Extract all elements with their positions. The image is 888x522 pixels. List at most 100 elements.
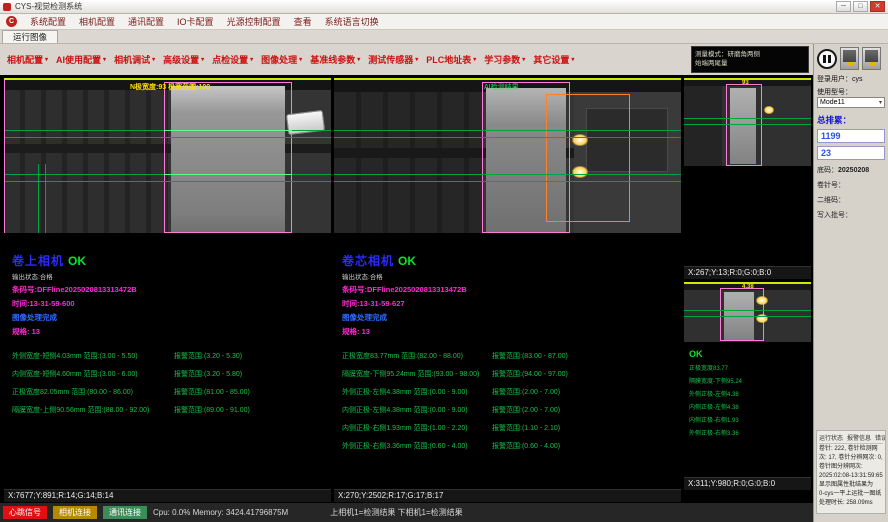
toolbar-button-spot-check[interactable]: 点检设置▾ — [209, 50, 256, 69]
measure-row: 外侧正极-右侧3.36mm 范围:(0.60 - 4.00)报警范围:(0.60… — [342, 441, 677, 451]
menu-item-light-config[interactable]: 光源控制配置 — [227, 15, 281, 28]
menu-item-comm-config[interactable]: 通讯配置 — [128, 15, 164, 28]
toolbar-button-camera-debug[interactable]: 相机调试▾ — [111, 50, 158, 69]
result-title-row: 卷芯相机OK — [342, 252, 677, 270]
field-row: 二维码： — [817, 195, 885, 205]
left-camera-image[interactable]: N极宽度:93 极宽范围:100 — [4, 78, 331, 233]
process-status: 图像处理完成 — [342, 312, 677, 323]
alarm-text: 报警范围:(1.10 - 2.10) — [492, 423, 677, 433]
field-label: 底码： — [817, 167, 838, 174]
tab-run-image[interactable]: 运行图像 — [2, 30, 58, 43]
field-row: 底码：20250208 — [817, 165, 885, 175]
menu-item-camera-config[interactable]: 相机配置 — [79, 15, 115, 28]
overlay-measure-text: 93 — [742, 80, 749, 86]
heartbeat-indicator[interactable]: 心跳信号 — [3, 506, 47, 519]
measure-line — [4, 137, 331, 138]
alarm-text: 报警范围:(2.00 - 7.00) — [492, 387, 677, 397]
time-text: 时间:13-31-59-627 — [342, 298, 677, 309]
measure-rows: 正极宽度83.77mm 范围:(82.00 - 88.00)报警范围:(83.0… — [342, 351, 677, 451]
roi-rect-orange — [546, 94, 630, 222]
right-top-pixel-coords: X:267;Y:13;R:0;G:0;B:0 — [684, 266, 811, 279]
field-label: 写入批号： — [817, 212, 852, 219]
thumbnail-badge — [847, 62, 853, 66]
title-bar: CYS-视觉检测系统 ─ □ ✕ — [0, 0, 888, 14]
camera-link-indicator[interactable]: 相机连接 — [53, 506, 97, 519]
stats-line: 卷针: 222, 卷针检测网 — [819, 446, 883, 453]
alarm-text: 报警范围:(3.20 - 5.30) — [174, 351, 327, 361]
process-status: 图像处理完成 — [12, 312, 327, 323]
overlay-ai-text: AI检测结果 — [484, 82, 519, 92]
toolbar-button-label: AI使用配置 — [56, 53, 101, 66]
overlay-measure-text: 4.38 — [742, 284, 754, 290]
field-label: 二维码： — [817, 197, 845, 204]
toolbar-button-label: 图像处理 — [261, 53, 297, 66]
measure-row: 内侧正极-右侧1.93mm 范围:(1.00 - 2.20)报警范围:(1.10… — [342, 423, 677, 433]
image-preview-button[interactable] — [862, 47, 881, 70]
machine-structure — [684, 86, 722, 166]
time-text: 时间:13-31-59-600 — [12, 298, 327, 309]
right-bottom-camera-image[interactable]: 4.38 — [684, 282, 811, 342]
measure-text: 外侧宽度-短侧4.03mm 范围:(3.00 - 5.50) — [12, 351, 174, 361]
brand-logo-icon: C — [6, 16, 17, 27]
image-preview-button[interactable] — [840, 47, 859, 70]
mid-camera-view: AI检测结果 卷芯相机OK 输出状态:合格 条码号:DFFline2025020… — [334, 77, 681, 502]
chevron-down-icon: ▾ — [299, 56, 302, 63]
comm-link-indicator[interactable]: 通讯连接 — [103, 506, 147, 519]
menu-item-language[interactable]: 系统语言切换 — [325, 15, 379, 28]
toolbar-button-sensor-test[interactable]: 测试传感器▾ — [365, 50, 421, 69]
stats-box: 运行状态 报警信息 错误信息 卷针: 222, 卷针检测网 次: 17, 卷针分… — [816, 430, 886, 514]
stats-tab[interactable]: 报警信息 — [847, 433, 871, 442]
stats-tab[interactable]: 运行状态 — [819, 433, 843, 442]
highlight-spot — [572, 166, 588, 178]
menu-item-view[interactable]: 查看 — [294, 15, 312, 28]
measure-text: 隔膜宽度-下侧95.24mm 范围:(93.00 - 98.00) — [342, 369, 492, 379]
highlight-spot — [764, 106, 774, 114]
menu-item-system-config[interactable]: 系统配置 — [30, 15, 66, 28]
model-select[interactable]: Mode11 ▾ — [817, 97, 885, 108]
measure-line-bright — [164, 130, 292, 131]
result-title-row: 卷上相机OK — [12, 252, 327, 270]
mid-camera-image[interactable]: AI检测结果 — [334, 78, 681, 233]
toolbar-button-plc-table[interactable]: PLC地址表▾ — [423, 50, 479, 69]
measure-text: 外侧正极-右侧3.36mm 范围:(0.60 - 4.00) — [342, 441, 492, 451]
menu-item-io-config[interactable]: IO卡配置 — [177, 15, 214, 28]
measure-line — [684, 316, 811, 317]
toolbar-button-baseline-params[interactable]: 基准线参数▾ — [307, 50, 363, 69]
toolbar-button-image-process[interactable]: 图像处理▾ — [258, 50, 305, 69]
alarm-text: 报警范围:(89.00 - 91.00) — [174, 405, 327, 415]
measure-line — [334, 174, 681, 175]
stats-line: 处理时长: 258.09ms — [819, 500, 883, 507]
model-value: Mode11 — [820, 98, 845, 107]
measure-text: 外侧正极-左侧4.38 — [689, 389, 742, 398]
chevron-down-icon: ▾ — [473, 56, 476, 63]
measure-row: 正极宽度82.05mm 范围:(80.00 - 86.00)报警范围:(81.0… — [12, 387, 327, 397]
camera-title: 卷上相机 — [12, 254, 64, 268]
highlight-spot — [756, 296, 768, 305]
measure-line — [684, 310, 811, 311]
info-line: 始端两尾量 — [695, 59, 805, 68]
close-button[interactable]: ✕ — [870, 1, 885, 12]
stats-tab[interactable]: 错误信息 — [875, 433, 886, 442]
field-row: 写入批号： — [817, 210, 885, 220]
toolbar-button-ai-config[interactable]: AI使用配置▾ — [53, 50, 109, 69]
pause-button[interactable] — [817, 49, 837, 69]
minimize-button[interactable]: ─ — [836, 1, 851, 12]
measure-text: 外侧正极-左侧4.38mm 范围:(0.00 - 9.00) — [342, 387, 492, 397]
chevron-down-icon: ▾ — [415, 56, 418, 63]
rule-text: 规格: 13 — [12, 326, 327, 337]
mid-result-block: 卷芯相机OK 输出状态:合格 条码号:DFFline20250208133134… — [342, 252, 677, 459]
toolbar-button-other-settings[interactable]: 其它设置▾ — [530, 50, 577, 69]
toolbar-button-learn-params[interactable]: 学习参数▾ — [481, 50, 528, 69]
measure-row: 隔膜宽度-上侧90.56mm 范围:(88.00 - 92.00)报警范围:(8… — [12, 405, 327, 415]
right-top-camera-image[interactable]: 93 — [684, 78, 811, 166]
toolbar-button-camera-config[interactable]: 相机配置▾ — [4, 50, 51, 69]
menu-bar: C 系统配置 相机配置 通讯配置 IO卡配置 光源控制配置 查看 系统语言切换 — [0, 14, 888, 30]
count-ng-box: 23 — [817, 146, 885, 160]
measure-text: 外侧正极-右侧3.36 — [689, 428, 742, 437]
maximize-button[interactable]: □ — [853, 1, 868, 12]
mid-pixel-coords: X:270;Y:2502;R:17;G:17;B:17 — [334, 489, 681, 502]
measure-rows: 外侧宽度-短侧4.03mm 范围:(3.00 - 5.50)报警范围:(3.20… — [12, 351, 327, 415]
toolbar-button-advanced[interactable]: 高级设置▾ — [160, 50, 207, 69]
measure-line — [684, 118, 811, 119]
measure-row: 隔膜宽度-下侧95.24mm 范围:(93.00 - 98.00)报警范围:(9… — [342, 369, 677, 379]
